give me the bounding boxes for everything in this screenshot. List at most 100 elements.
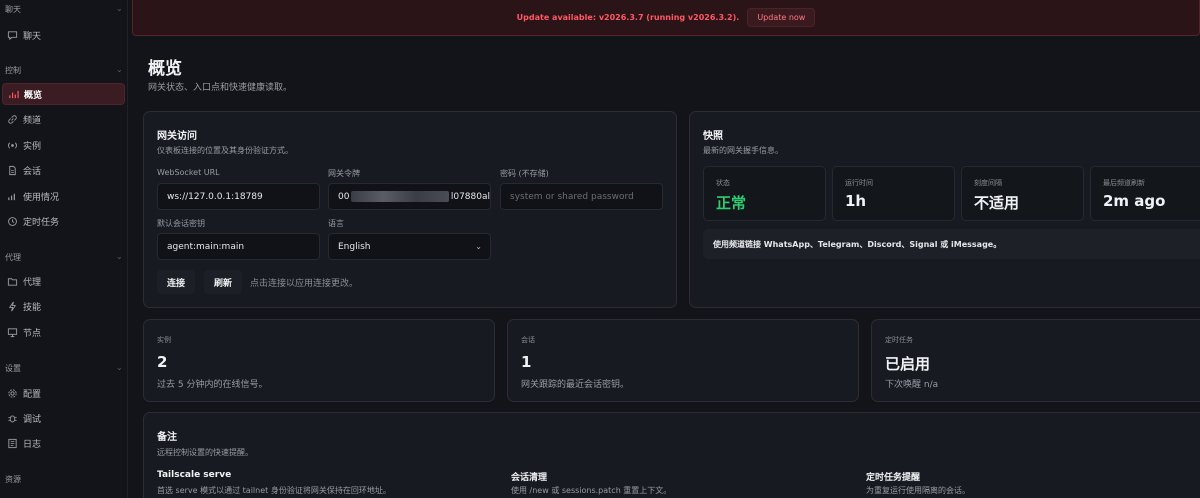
note-title: 会话清理 <box>511 473 548 483</box>
bar-chart-icon <box>7 88 19 100</box>
stat-label: 运行时间 <box>845 179 873 187</box>
document-icon <box>6 164 18 176</box>
gateway-token-input[interactable]: 00 l07880al <box>328 183 491 210</box>
sidebar-item-agents[interactable]: 代理 <box>2 270 125 292</box>
sidebar-item-chat[interactable]: 聊天 <box>2 24 125 46</box>
stat-uptime: 运行时间 1h <box>832 166 955 221</box>
clock-icon <box>6 215 18 227</box>
connect-button[interactable]: 连接 <box>157 270 195 294</box>
sidebar-item-sessions[interactable]: 会话 <box>2 159 125 181</box>
section-control-header[interactable]: 控制 <box>5 65 21 76</box>
sidebar-item-logs[interactable]: 日志 <box>2 432 125 454</box>
sidebar-item-label: 日志 <box>23 439 42 450</box>
chevron-down-icon[interactable]: ⌄ <box>116 65 123 74</box>
card-subtitle: 远程控制设置的快速提醒。 <box>157 448 253 457</box>
sidebar-item-config[interactable]: 配置 <box>2 382 125 404</box>
stat-label: 最后频道刷新 <box>1103 179 1145 187</box>
stat-value: 不适用 <box>974 194 1020 212</box>
redacted-token <box>351 191 449 202</box>
card-label: 定时任务 <box>885 336 913 344</box>
card-label: 实例 <box>157 336 171 344</box>
sidebar-item-label: 使用情况 <box>23 192 60 203</box>
card-title: 快照 <box>703 131 723 142</box>
gear-icon <box>6 387 18 399</box>
sidebar-item-nodes[interactable]: 节点 <box>2 321 125 343</box>
session-key-label: 默认会话密钥 <box>157 219 205 228</box>
sidebar-item-usage[interactable]: 使用情况 <box>2 185 125 207</box>
card-value: 已启用 <box>885 355 931 373</box>
card-sub: 网关跟踪的最近会话密钥。 <box>521 380 630 390</box>
gateway-access-card: 网关访问 仪表板连接的位置及其身份验证方式。 WebSocket URL ws:… <box>143 111 677 308</box>
card-value: 2 <box>157 353 168 371</box>
sidebar-item-label: 聊天 <box>23 31 42 42</box>
chevron-down-icon[interactable]: ⌄ <box>116 252 123 261</box>
stat-label: 状态 <box>716 179 730 187</box>
sidebar-item-label: 代理 <box>23 277 42 288</box>
card-value: 1 <box>521 353 532 371</box>
gateway-token-label: 网关令牌 <box>328 169 360 178</box>
sidebar-item-label: 实例 <box>23 141 42 152</box>
section-agent-header[interactable]: 代理 <box>5 252 21 263</box>
log-icon <box>6 437 18 449</box>
sidebar-item-overview[interactable]: 概览 <box>2 83 125 105</box>
password-label: 密码 (不存储) <box>500 169 549 178</box>
usage-chart-icon <box>6 190 18 202</box>
lightning-icon <box>6 300 18 312</box>
chevron-down-icon: ⌄ <box>475 242 482 251</box>
note-text: 首选 serve 模式以通过 tailnet 身份验证将网关保持在回环地址。 <box>157 486 391 495</box>
note-title: Tailscale serve <box>157 470 232 480</box>
note-title: 定时任务提醒 <box>866 473 921 483</box>
update-banner: Update available: v2026.3.7 (running v20… <box>132 0 1200 36</box>
session-key-input[interactable]: agent:main:main <box>157 233 320 260</box>
websocket-url-label: WebSocket URL <box>157 168 220 177</box>
sidebar-item-cron[interactable]: 定时任务 <box>2 210 125 232</box>
token-suffix: l07880al <box>450 191 490 202</box>
sidebar-item-debug[interactable]: 调试 <box>2 407 125 429</box>
sidebar-item-skills[interactable]: 技能 <box>2 295 125 317</box>
update-message: Update available: v2026.3.7 (running v20… <box>516 13 740 22</box>
chat-icon <box>6 29 18 41</box>
section-settings-header[interactable]: 设置 <box>5 363 21 374</box>
refresh-button[interactable]: 刷新 <box>204 270 242 294</box>
link-icon <box>6 113 18 125</box>
stat-value: 1h <box>845 192 867 210</box>
sidebar-item-label: 配置 <box>23 389 42 400</box>
sidebar-item-label: 会话 <box>23 166 42 177</box>
stat-label: 刻度间隔 <box>974 179 1002 187</box>
password-input[interactable]: system or shared password <box>500 183 663 210</box>
notes-card: 备注 远程控制设置的快速提醒。 Tailscale serve 首选 serve… <box>143 412 1200 498</box>
bug-icon <box>6 412 18 424</box>
sidebar-item-label: 节点 <box>23 328 42 339</box>
note-text: 使用 /new 或 sessions.patch 重置上下文。 <box>511 486 672 495</box>
sidebar-item-instances[interactable]: 实例 <box>2 134 125 156</box>
language-select[interactable]: English ⌄ <box>328 233 491 260</box>
stat-tick-interval: 刻度间隔 不适用 <box>961 166 1084 221</box>
section-resources-header[interactable]: 资源 <box>5 474 21 485</box>
card-title: 网关访问 <box>157 131 197 142</box>
cron-card: 定时任务 已启用 下次唤醒 n/a <box>871 319 1200 402</box>
sidebar-item-label: 定时任务 <box>23 217 60 228</box>
card-sub: 过去 5 分钟内的在线信号。 <box>157 380 268 390</box>
chevron-down-icon[interactable]: ⌄ <box>116 4 123 13</box>
page-subtitle: 网关状态、入口点和快速健康读取。 <box>148 83 293 93</box>
page-title: 概览 <box>148 59 182 79</box>
section-chat-header[interactable]: 聊天 <box>5 4 21 15</box>
note-text: 为重复运行使用隔离的会话。 <box>866 486 970 495</box>
sidebar-item-label: 频道 <box>23 115 42 126</box>
language-label: 语言 <box>328 219 344 228</box>
monitor-icon <box>6 326 18 338</box>
channel-hint: 使用频道链接 WhatsApp、Telegram、Discord、Signal … <box>703 229 1200 259</box>
stat-value: 正常 <box>716 194 747 212</box>
sidebar-item-channels[interactable]: 频道 <box>2 108 125 130</box>
websocket-url-input[interactable]: ws://127.0.0.1:18789 <box>157 183 320 210</box>
sidebar-item-label: 技能 <box>23 302 42 313</box>
card-subtitle: 仪表板连接的位置及其身份验证方式。 <box>157 146 293 155</box>
update-now-button[interactable]: Update now <box>747 8 816 27</box>
sessions-card: 会话 1 网关跟踪的最近会话密钥。 <box>507 319 859 402</box>
stat-value: 2m ago <box>1103 192 1166 210</box>
sidebar-item-label: 调试 <box>23 414 42 425</box>
card-sub: 下次唤醒 n/a <box>885 380 939 390</box>
stat-last-channel-refresh: 最后频道刷新 2m ago <box>1090 166 1200 221</box>
sidebar: 聊天 ⌄ 聊天 控制 ⌄ 概览 频道 实例 会话 使用情况 定时任务 代理 ⌄ … <box>0 0 128 498</box>
chevron-down-icon[interactable]: ⌄ <box>116 363 123 372</box>
